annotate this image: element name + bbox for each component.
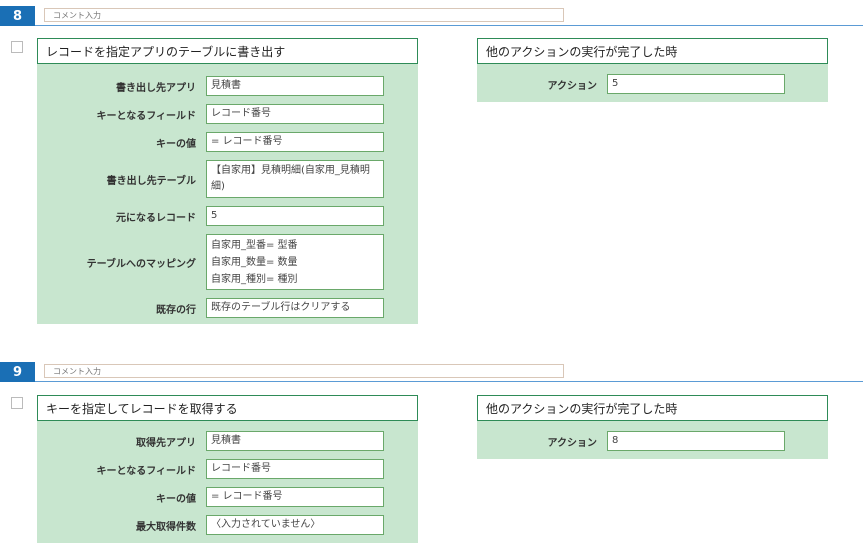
mapping-item: 自家用_型番= 型番 (211, 240, 298, 251)
field-value[interactable]: 【自家用】見積明細(自家用_見積明細) (206, 160, 384, 198)
field-label: 書き出し先テーブル (106, 175, 196, 187)
comment-input[interactable] (44, 364, 564, 378)
field-value[interactable]: 既存のテーブル行はクリアする (206, 298, 384, 318)
field-value[interactable]: 〈入力されていません〉 (206, 515, 384, 535)
mapping-item: 自家用_数量= 数量 (211, 257, 298, 268)
field-value[interactable]: 見積書 (206, 76, 384, 96)
field-row: 書き出し先アプリ 見積書 (37, 76, 418, 96)
field-label: キーの値 (156, 493, 196, 505)
field-row: アクション 8 (477, 431, 828, 451)
section-divider (35, 25, 863, 26)
select-checkbox[interactable] (11, 41, 23, 53)
select-checkbox[interactable] (11, 397, 23, 409)
field-row: キーとなるフィールド レコード番号 (37, 459, 418, 479)
field-row: テーブルへのマッピング 自家用_型番= 型番 自家用_数量= 数量 自家用_種別… (37, 234, 418, 290)
field-label: キーとなるフィールド (96, 465, 197, 477)
field-value[interactable]: = レコード番号 (206, 132, 384, 152)
field-value[interactable]: 5 (607, 74, 785, 94)
field-value[interactable]: レコード番号 (206, 104, 384, 124)
right-panel-body: アクション 5 (477, 64, 828, 102)
right-panel-title: 他のアクションの実行が完了した時 (477, 395, 828, 421)
field-label: キーとなるフィールド (96, 110, 197, 122)
field-row: 取得先アプリ 見積書 (37, 431, 418, 451)
action-section-8: 8 レコードを指定アプリのテーブルに書き出す 書き出し先アプリ 見積書 キーとな… (0, 6, 863, 326)
field-value[interactable]: 8 (607, 431, 785, 451)
field-label: 既存の行 (156, 304, 196, 316)
field-row: 既存の行 既存のテーブル行はクリアする (37, 298, 418, 318)
action-section-9: 9 キーを指定してレコードを取得する 取得先アプリ 見積書 キーとなるフィールド… (0, 362, 863, 550)
left-panel-body: 取得先アプリ 見積書 キーとなるフィールド レコード番号 キーの値 = レコード… (37, 421, 418, 543)
section-number: 8 (0, 6, 35, 26)
right-panel-body: アクション 8 (477, 421, 828, 459)
right-panel-title: 他のアクションの実行が完了した時 (477, 38, 828, 64)
field-label: 元になるレコード (116, 212, 196, 224)
comment-input[interactable] (44, 8, 564, 22)
field-label: 取得先アプリ (136, 437, 196, 449)
field-row: アクション 5 (477, 74, 828, 94)
field-row: キーの値 = レコード番号 (37, 132, 418, 152)
field-label: 最大取得件数 (136, 521, 196, 533)
field-value[interactable]: 5 (206, 206, 384, 226)
left-panel-title: キーを指定してレコードを取得する (37, 395, 418, 421)
field-row: 最大取得件数 〈入力されていません〉 (37, 515, 418, 535)
field-label: テーブルへのマッピング (86, 258, 196, 270)
field-value[interactable]: = レコード番号 (206, 487, 384, 507)
field-label: 書き出し先アプリ (116, 82, 196, 94)
left-panel-title: レコードを指定アプリのテーブルに書き出す (37, 38, 418, 64)
field-row: 元になるレコード 5 (37, 206, 418, 226)
mapping-item: 自家用_種別= 種別 (211, 274, 298, 285)
field-value[interactable]: 見積書 (206, 431, 384, 451)
left-panel-body: 書き出し先アプリ 見積書 キーとなるフィールド レコード番号 キーの値 = レコ… (37, 64, 418, 324)
field-row: キーの値 = レコード番号 (37, 487, 418, 507)
field-row: キーとなるフィールド レコード番号 (37, 104, 418, 124)
field-row: 書き出し先テーブル 【自家用】見積明細(自家用_見積明細) (37, 160, 418, 198)
field-label: アクション (547, 437, 598, 449)
field-value[interactable]: レコード番号 (206, 459, 384, 479)
mapping-list[interactable]: 自家用_型番= 型番 自家用_数量= 数量 自家用_種別= 種別 (206, 234, 384, 290)
field-label: アクション (547, 80, 598, 92)
field-label: キーの値 (156, 138, 196, 150)
section-number: 9 (0, 362, 35, 382)
section-divider (35, 381, 863, 382)
